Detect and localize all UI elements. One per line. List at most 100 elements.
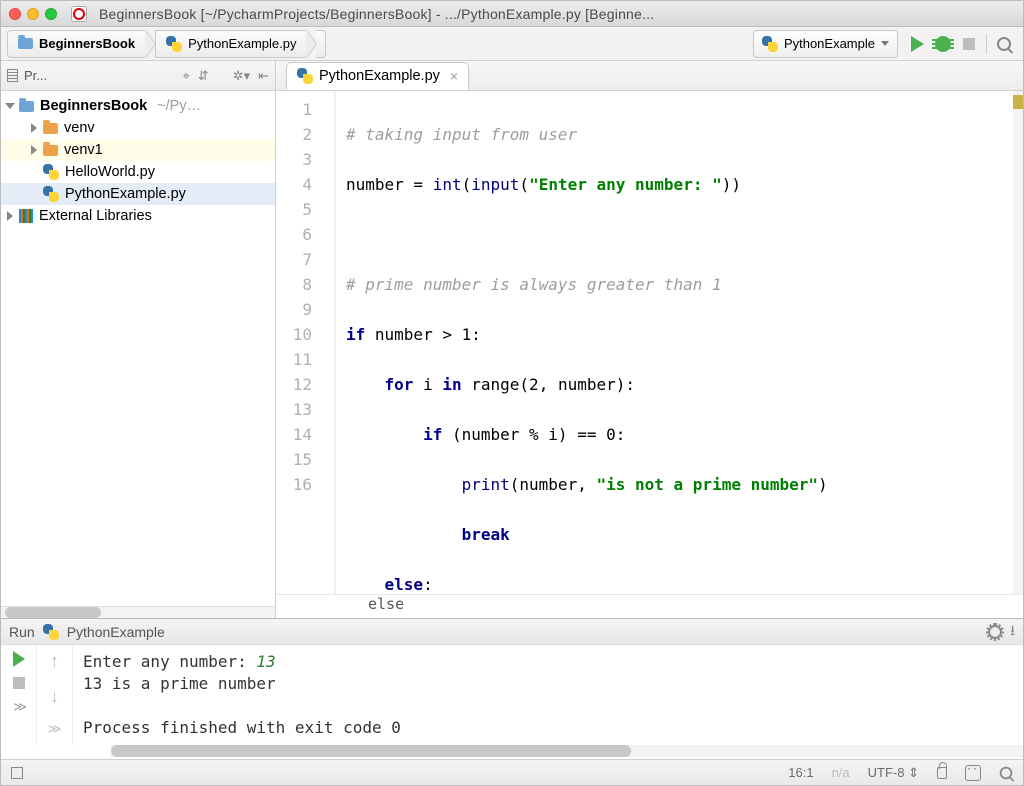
tree-project-root[interactable]: BeginnersBook ~/Py… bbox=[1, 95, 275, 117]
line-number: 3 bbox=[276, 147, 312, 172]
code-token: if bbox=[346, 325, 365, 344]
code-token: ( bbox=[519, 175, 529, 194]
tree-item-label: HelloWorld.py bbox=[65, 164, 155, 180]
project-panel-header[interactable]: Pr... ⌖ ⇵ ✲▾ ⇤ bbox=[1, 61, 275, 91]
bug-icon bbox=[935, 36, 951, 52]
code-token: , number): bbox=[539, 375, 635, 394]
breadcrumb-project[interactable]: BeginnersBook bbox=[7, 30, 145, 58]
line-number: 7 bbox=[276, 247, 312, 272]
stop-run-button[interactable] bbox=[13, 677, 25, 689]
run-tool-header[interactable]: Run PythonExample ⭳ bbox=[1, 619, 1023, 645]
folder-icon bbox=[19, 101, 34, 112]
folder-icon bbox=[43, 123, 58, 134]
editor-tab-label: PythonExample.py bbox=[319, 68, 440, 84]
line-number: 14 bbox=[276, 422, 312, 447]
expand-arrow-icon[interactable] bbox=[7, 211, 13, 221]
up-arrow-icon[interactable]: ↑ bbox=[50, 651, 59, 672]
breadcrumb-file[interactable]: PythonExample.py bbox=[155, 30, 306, 58]
expand-arrow-icon[interactable] bbox=[5, 103, 15, 109]
tool-windows-toggle-icon[interactable] bbox=[11, 767, 23, 779]
code-area[interactable]: 1 2 3 4 5 6 7 8 9 10 11 12 13 14 15 16 #… bbox=[276, 91, 1023, 594]
run-config-label: PythonExample bbox=[784, 36, 875, 51]
console-result: 13 is a prime number bbox=[83, 673, 1013, 695]
code-token: int bbox=[433, 175, 462, 194]
collapse-icon[interactable]: ⇵ bbox=[198, 68, 209, 84]
project-tree[interactable]: BeginnersBook ~/Py… venv venv1 HelloWorl… bbox=[1, 91, 275, 606]
tree-file-helloworld[interactable]: HelloWorld.py bbox=[1, 161, 275, 183]
maximize-window-button[interactable] bbox=[45, 8, 57, 20]
external-libraries-icon bbox=[19, 209, 33, 223]
toolbar-divider bbox=[986, 34, 987, 54]
readonly-lock-icon[interactable] bbox=[937, 767, 947, 779]
run-side-controls: ≫ bbox=[1, 645, 37, 745]
gear-icon[interactable]: ✲▾ bbox=[233, 68, 250, 84]
run-header-prefix: Run bbox=[9, 624, 35, 640]
project-horizontal-scrollbar[interactable] bbox=[1, 606, 275, 618]
editor-tabstrip: PythonExample.py × bbox=[276, 61, 1023, 91]
code-token: "Enter any number: " bbox=[529, 175, 722, 194]
editor-tab-pythonexample[interactable]: PythonExample.py × bbox=[286, 62, 469, 90]
gear-icon[interactable] bbox=[988, 625, 1002, 639]
search-everywhere-button[interactable] bbox=[991, 31, 1017, 57]
code-token: : bbox=[471, 325, 481, 344]
close-window-button[interactable] bbox=[9, 8, 21, 20]
caret-position[interactable]: 16:1 bbox=[788, 765, 813, 780]
tree-item-label: venv bbox=[64, 120, 95, 136]
reorder-button[interactable]: ≫ bbox=[13, 699, 24, 715]
nav-toolbar: BeginnersBook PythonExample.py PythonExa… bbox=[1, 27, 1023, 61]
project-root-name: BeginnersBook bbox=[40, 98, 147, 114]
code-token: range( bbox=[462, 375, 529, 394]
project-root-path: ~/Py… bbox=[157, 98, 201, 114]
code-token bbox=[346, 525, 462, 544]
editor-context-breadcrumb[interactable]: else bbox=[276, 594, 1023, 618]
inspections-face-icon[interactable] bbox=[965, 765, 981, 781]
debug-button[interactable] bbox=[930, 31, 956, 57]
download-icon[interactable]: ⭳ bbox=[1010, 620, 1015, 644]
hide-panel-icon[interactable]: ⇤ bbox=[258, 68, 269, 84]
python-file-icon bbox=[43, 186, 59, 202]
line-number: 9 bbox=[276, 297, 312, 322]
breadcrumb-separator bbox=[145, 30, 155, 58]
run-console-output[interactable]: Enter any number: 13 13 is a prime numbe… bbox=[73, 645, 1023, 745]
tree-item-label: venv1 bbox=[64, 142, 103, 158]
code-token bbox=[346, 375, 385, 394]
code-token: "is not a prime number" bbox=[596, 475, 818, 494]
line-separator[interactable]: n/a bbox=[832, 765, 850, 780]
line-number: 10 bbox=[276, 322, 312, 347]
line-number: 5 bbox=[276, 197, 312, 222]
line-number: 4 bbox=[276, 172, 312, 197]
code-token bbox=[346, 425, 423, 444]
minimize-window-button[interactable] bbox=[27, 8, 39, 20]
line-number-gutter[interactable]: 1 2 3 4 5 6 7 8 9 10 11 12 13 14 15 16 bbox=[276, 91, 336, 594]
expand-arrow-icon[interactable] bbox=[31, 145, 37, 155]
down-arrow-icon[interactable]: ↓ bbox=[50, 686, 59, 707]
line-number: 16 bbox=[276, 472, 312, 497]
code-token: : bbox=[616, 425, 626, 444]
code-token: ) bbox=[818, 475, 828, 494]
breadcrumb-file-label: PythonExample.py bbox=[188, 36, 296, 51]
tree-file-pythonexample[interactable]: PythonExample.py bbox=[1, 183, 275, 205]
project-tool-window: Pr... ⌖ ⇵ ✲▾ ⇤ BeginnersBook ~/Py… venv bbox=[1, 61, 276, 618]
run-button[interactable] bbox=[904, 31, 930, 57]
run-body: ≫ ↑ ↓ ≫ Enter any number: 13 13 is a pri… bbox=[1, 645, 1023, 745]
tree-folder-venv[interactable]: venv bbox=[1, 117, 275, 139]
search-icon[interactable] bbox=[1000, 766, 1013, 779]
tree-folder-venv1[interactable]: venv1 bbox=[1, 139, 275, 161]
project-panel-title: Pr... bbox=[24, 68, 47, 83]
more-arrow-icon[interactable]: ≫ bbox=[48, 721, 62, 737]
breadcrumb: BeginnersBook PythonExample.py bbox=[7, 30, 326, 58]
run-horizontal-scrollbar[interactable] bbox=[111, 745, 1023, 757]
expand-arrow-icon[interactable] bbox=[31, 123, 37, 133]
run-config-selector[interactable]: PythonExample bbox=[753, 30, 898, 58]
line-number: 11 bbox=[276, 347, 312, 372]
run-tool-window: Run PythonExample ⭳ ≫ ↑ ↓ ≫ Enter any nu… bbox=[1, 618, 1023, 759]
file-encoding[interactable]: UTF-8 ⇕ bbox=[868, 765, 919, 781]
rerun-button[interactable] bbox=[13, 651, 25, 667]
tree-external-libraries[interactable]: External Libraries bbox=[1, 205, 275, 227]
code-text[interactable]: # taking input from user number = int(in… bbox=[336, 91, 1023, 594]
close-tab-icon[interactable]: × bbox=[450, 68, 458, 84]
editor-error-stripe[interactable] bbox=[1013, 91, 1023, 594]
warning-marker[interactable] bbox=[1013, 95, 1023, 109]
stop-button[interactable] bbox=[956, 31, 982, 57]
target-icon[interactable]: ⌖ bbox=[182, 68, 189, 84]
